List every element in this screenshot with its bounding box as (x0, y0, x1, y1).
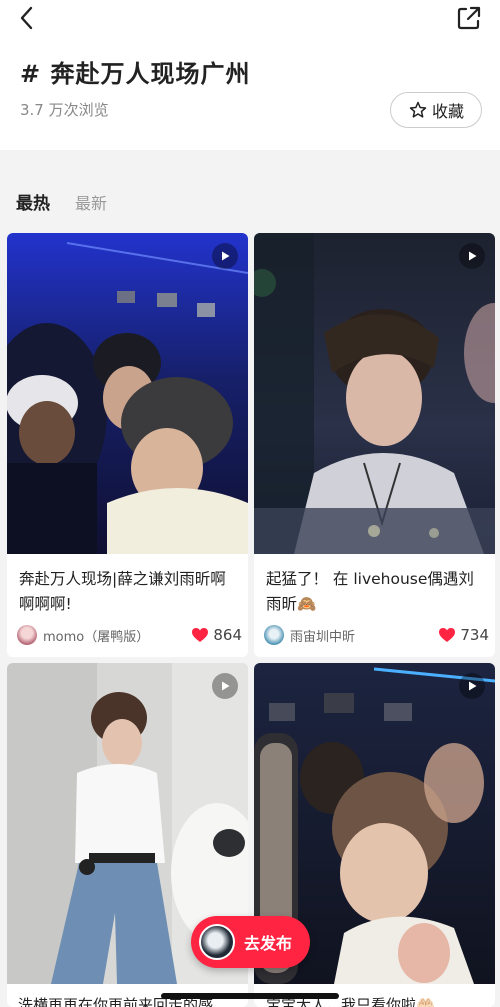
note-cover-image (7, 233, 248, 554)
avatar[interactable] (17, 625, 37, 645)
note-title: 起猛了！ 在 livehouse偶遇刘雨昕🙈 (266, 570, 474, 613)
livehouse-photo (254, 233, 495, 554)
collect-label: 收藏 (431, 102, 464, 121)
share-icon (457, 6, 481, 30)
publish-button[interactable]: 去发布 (191, 916, 310, 968)
note-meta: momo（屠鸭版） 864 (17, 624, 242, 646)
back-button[interactable] (14, 4, 42, 32)
back-icon (20, 6, 33, 30)
play-icon (459, 673, 485, 699)
tab-latest[interactable]: 最新 (75, 190, 107, 214)
topic-header: # 奔赴万人现场广州 3.7 万次浏览 收藏 (0, 0, 500, 150)
author-name[interactable]: 雨宙圳中昕 (290, 626, 438, 645)
note-cover-image (254, 233, 495, 554)
star-icon (409, 101, 427, 118)
heart-icon (439, 628, 456, 642)
like-number: 864 (213, 626, 242, 644)
page-title: # 奔赴万人现场广州 (20, 60, 251, 88)
play-icon (212, 243, 238, 269)
note-card[interactable]: 起猛了！ 在 livehouse偶遇刘雨昕🙈 雨宙圳中昕 734 (254, 233, 495, 657)
note-meta: 雨宙圳中昕 734 (264, 624, 489, 646)
note-title: 奔赴万人现场|薛之谦刘雨昕啊啊啊啊! (19, 570, 226, 613)
avatar[interactable] (264, 625, 284, 645)
publish-label: 去发布 (244, 934, 293, 953)
home-indicator (161, 993, 339, 999)
view-count: 3.7 万次浏览 (20, 101, 109, 119)
play-icon (212, 673, 238, 699)
like-count[interactable]: 864 (191, 626, 242, 644)
avatar (199, 924, 235, 960)
concert-crowd-photo (7, 233, 248, 554)
sort-tabs: 最热 最新 (0, 180, 500, 220)
share-button[interactable] (454, 4, 484, 32)
heart-icon (192, 628, 209, 642)
like-number: 734 (460, 626, 489, 644)
like-count[interactable]: 734 (438, 626, 489, 644)
collect-button[interactable]: 收藏 (390, 92, 482, 128)
author-name[interactable]: momo（屠鸭版） (43, 626, 191, 645)
note-card[interactable]: 奔赴万人现场|薛之谦刘雨昕啊啊啊啊! momo（屠鸭版） 864 (7, 233, 248, 657)
play-icon (459, 243, 485, 269)
tab-hot[interactable]: 最热 (16, 189, 50, 214)
